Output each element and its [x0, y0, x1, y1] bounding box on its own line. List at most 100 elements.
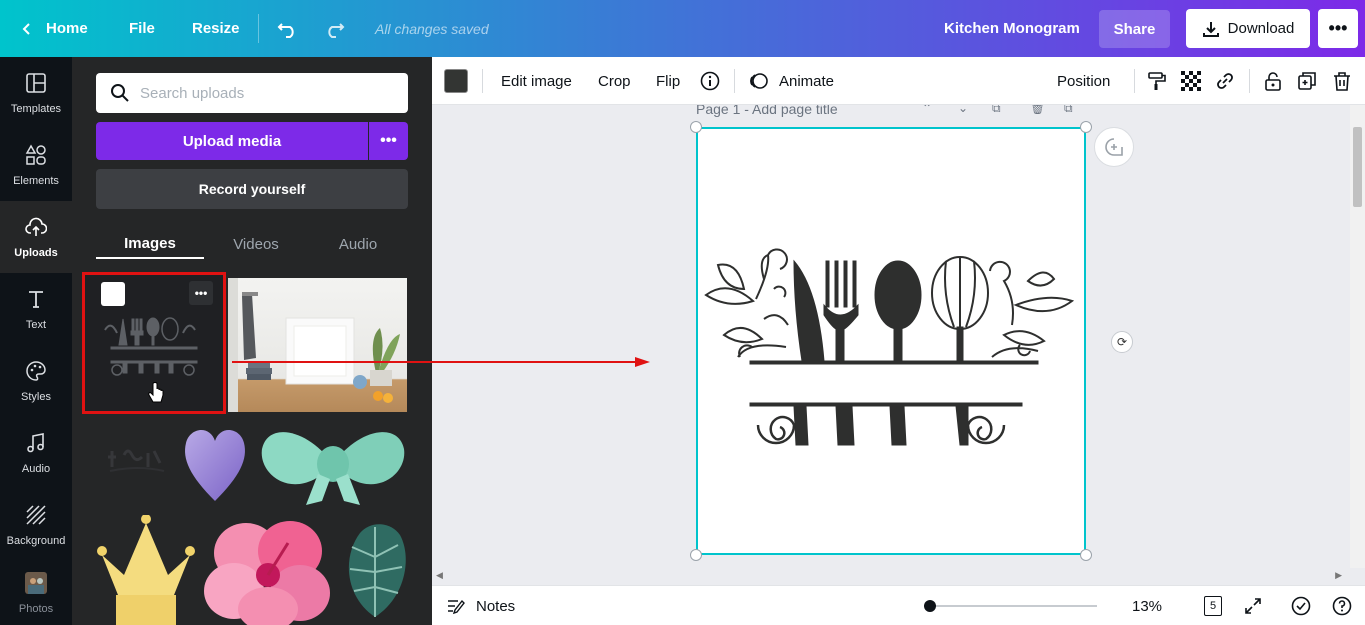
more-dots-icon: •••: [1328, 18, 1348, 38]
document-title[interactable]: Kitchen Monogram: [944, 0, 1080, 57]
rail-item-photos[interactable]: Photos: [0, 561, 72, 625]
horizontal-scrollbar[interactable]: ◀ ▶: [432, 568, 1350, 585]
resize-handle-bottom-left[interactable]: [690, 549, 702, 561]
resize-button[interactable]: Resize: [192, 0, 240, 57]
rail-label: Styles: [21, 390, 51, 403]
fullscreen-button[interactable]: [1242, 595, 1264, 617]
info-icon: [700, 71, 720, 91]
page-count-button[interactable]: 5: [1204, 596, 1222, 616]
resize-handle-top-right[interactable]: [1080, 121, 1092, 133]
upload-thumbnail-green-bow[interactable]: [258, 419, 408, 509]
transparency-checker-icon: [1181, 71, 1201, 91]
check-button[interactable]: [1290, 595, 1312, 617]
upload-thumbnail-dark-text[interactable]: [98, 427, 174, 507]
help-button[interactable]: [1331, 595, 1353, 617]
paint-roller-icon: [1147, 71, 1167, 91]
color-swatch-button[interactable]: [444, 69, 468, 93]
search-icon: [110, 83, 130, 103]
rail-item-text[interactable]: Text: [0, 273, 72, 345]
redo-button[interactable]: [323, 0, 345, 57]
animate-icon: [749, 71, 769, 91]
notes-label: Notes: [476, 597, 516, 615]
rail-label: Audio: [21, 462, 51, 475]
rail-item-templates[interactable]: Templates: [0, 57, 72, 129]
share-button[interactable]: Share: [1099, 10, 1170, 48]
more-dots-icon: •••: [380, 132, 397, 149]
design-page[interactable]: [696, 127, 1086, 555]
crop-button[interactable]: Crop: [598, 57, 631, 105]
download-label: Download: [1227, 20, 1295, 37]
redo-icon: [323, 20, 345, 38]
tab-images[interactable]: Images: [96, 229, 204, 259]
upload-thumbnail-kitchen-photo[interactable]: [228, 278, 407, 412]
edit-image-button[interactable]: Edit image: [501, 57, 572, 105]
rail-item-styles[interactable]: Styles: [0, 345, 72, 417]
rail-item-audio[interactable]: Audio: [0, 417, 72, 489]
zoom-level[interactable]: 13%: [1132, 586, 1162, 625]
search-input[interactable]: [140, 84, 390, 102]
bottom-bar: Notes 13% 5: [432, 585, 1365, 625]
page-title-label[interactable]: Page 1 - Add page title: [696, 105, 838, 117]
link-button[interactable]: [1213, 69, 1237, 93]
rail-item-background[interactable]: Background: [0, 489, 72, 561]
undo-button[interactable]: [277, 0, 299, 57]
comment-add-icon: [1103, 136, 1125, 158]
home-button[interactable]: Home: [20, 0, 88, 57]
flip-button[interactable]: Flip: [656, 57, 680, 105]
vertical-scrollbar-thumb[interactable]: [1353, 127, 1362, 207]
lock-button[interactable]: [1261, 69, 1285, 93]
duplicate-page-button[interactable]: ⧉: [992, 105, 1001, 116]
zoom-slider[interactable]: [929, 605, 1097, 607]
download-button[interactable]: Download: [1186, 9, 1310, 48]
file-menu-button[interactable]: File: [129, 0, 155, 57]
rail-item-uploads[interactable]: Uploads: [0, 201, 72, 273]
undo-icon: [277, 20, 299, 38]
palette-icon: [25, 360, 47, 385]
home-label: Home: [46, 20, 88, 37]
vertical-scrollbar[interactable]: [1350, 105, 1365, 568]
page-down-button[interactable]: ⌄: [958, 105, 968, 115]
zoom-slider-knob[interactable]: [924, 600, 936, 612]
kitchen-monogram-graphic[interactable]: [698, 129, 1084, 553]
upload-media-button[interactable]: Upload media: [96, 122, 368, 160]
position-button[interactable]: Position: [1057, 57, 1110, 105]
upload-thumbnail-purple-heart[interactable]: [180, 421, 250, 507]
expand-icon: [1244, 597, 1262, 615]
notes-button[interactable]: Notes: [446, 586, 515, 625]
copy-style-button[interactable]: [1145, 69, 1169, 93]
info-button[interactable]: [698, 69, 722, 93]
add-page-button[interactable]: ⧉: [1064, 105, 1073, 116]
more-options-button[interactable]: •••: [1318, 9, 1358, 48]
upload-more-button[interactable]: •••: [369, 122, 408, 160]
rotate-button[interactable]: ⟳: [1111, 331, 1133, 353]
duplicate-button[interactable]: [1295, 69, 1319, 93]
toolbar-divider: [482, 69, 483, 93]
transparency-button[interactable]: [1179, 69, 1203, 93]
resize-handle-bottom-right[interactable]: [1080, 549, 1092, 561]
left-rail: Templates Elements Uploads Text Styles A…: [0, 57, 72, 625]
delete-page-button[interactable]: 🗑: [1030, 105, 1045, 115]
resize-handle-top-left[interactable]: [690, 121, 702, 133]
duplicate-page-icon: ⧉: [992, 105, 1001, 115]
check-circle-icon: [1291, 596, 1311, 616]
canvas-area: Page 1 - Add page title ⌃ ⌄ ⧉ 🗑 ⧉ ⟳: [432, 105, 1350, 585]
elements-icon: [25, 143, 47, 169]
rotate-icon: ⟳: [1116, 335, 1128, 349]
chevron-left-icon: [20, 22, 34, 36]
upload-thumbnail-gold-crown[interactable]: [96, 515, 196, 625]
rail-label: Uploads: [14, 246, 58, 259]
animate-button[interactable]: Animate: [749, 57, 834, 105]
add-comment-button[interactable]: [1094, 127, 1134, 167]
record-yourself-button[interactable]: Record yourself: [96, 169, 408, 209]
tab-videos[interactable]: Videos: [204, 229, 308, 259]
rail-item-elements[interactable]: Elements: [0, 129, 72, 201]
upload-thumbnail-monstera-leaf[interactable]: [340, 517, 410, 625]
delete-button[interactable]: [1330, 69, 1354, 93]
upload-thumbnail-pink-flower[interactable]: [204, 513, 332, 625]
page-up-button[interactable]: ⌃: [922, 105, 932, 115]
kitchen-photo-image: [228, 278, 400, 412]
tab-audio[interactable]: Audio: [308, 229, 408, 259]
notes-icon: [446, 597, 466, 615]
link-icon: [1215, 71, 1235, 91]
music-note-icon: [25, 432, 47, 457]
